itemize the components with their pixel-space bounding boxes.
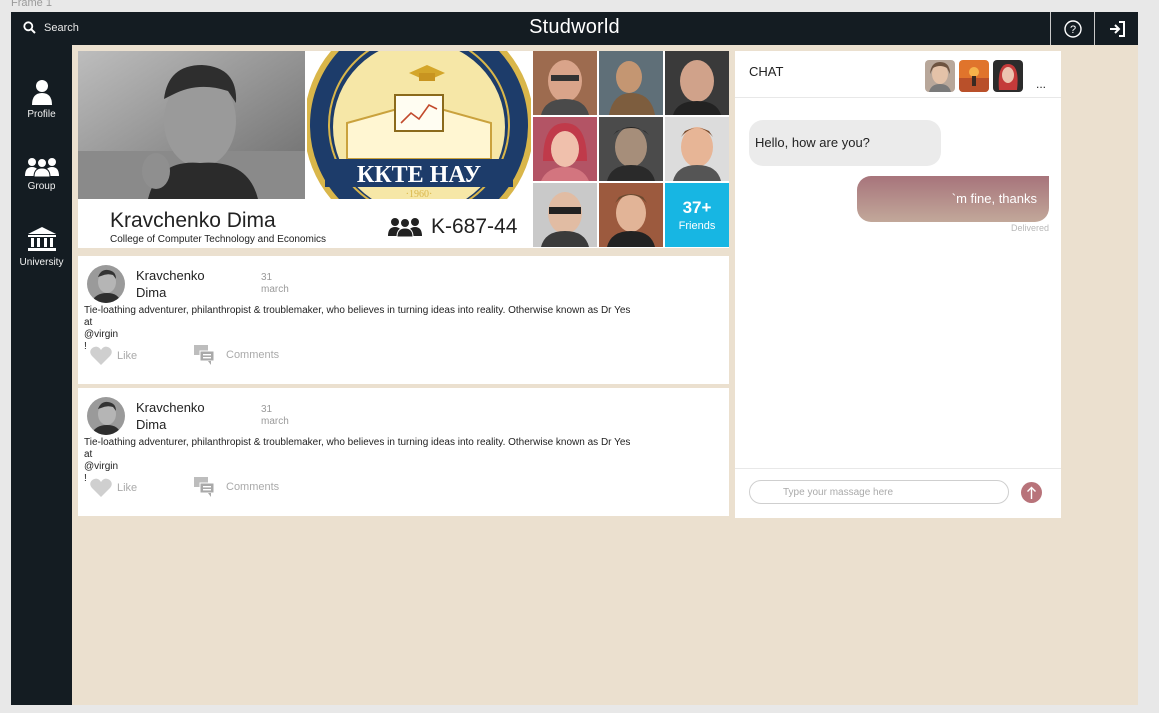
sidebar-item-label: University bbox=[19, 257, 64, 268]
chat-panel: CHAT ... Hello, how are you? `m fine, th… bbox=[735, 51, 1061, 518]
like-button[interactable]: Like bbox=[90, 346, 137, 365]
profile-college: College of Computer Technology and Econo… bbox=[110, 234, 327, 245]
frame-label: Frame 1 bbox=[11, 0, 52, 9]
university-icon bbox=[27, 227, 56, 251]
comments-label: Comments bbox=[226, 481, 280, 493]
post-date-day: 31 bbox=[261, 404, 273, 415]
post-date-day: 31 bbox=[261, 272, 273, 283]
friend-avatar[interactable] bbox=[599, 51, 663, 115]
friends-label: Friends bbox=[678, 220, 716, 232]
heart-icon bbox=[90, 346, 112, 365]
post-author-first: Kravchenko bbox=[136, 400, 205, 415]
friends-count-tile[interactable]: 37+ Friends bbox=[665, 183, 729, 247]
logo-year: ·1960· bbox=[406, 189, 433, 199]
app-title: Studworld bbox=[529, 16, 620, 38]
comments-button[interactable]: Comments bbox=[194, 477, 279, 497]
post-date-month: march bbox=[261, 284, 289, 295]
like-label: Like bbox=[117, 481, 138, 494]
friend-avatar[interactable] bbox=[533, 117, 597, 181]
comments-icon bbox=[194, 477, 215, 497]
message-input[interactable] bbox=[749, 480, 1009, 504]
profile-photo[interactable] bbox=[78, 51, 305, 199]
user-icon bbox=[31, 80, 52, 105]
send-button[interactable] bbox=[1021, 482, 1042, 503]
like-button[interactable]: Like bbox=[90, 478, 137, 497]
comments-button[interactable]: Comments bbox=[194, 345, 279, 365]
avatar[interactable] bbox=[87, 265, 125, 303]
post-date: 31 march bbox=[261, 272, 289, 296]
logout-icon bbox=[1109, 20, 1125, 37]
friend-avatar[interactable] bbox=[533, 51, 597, 115]
chat-participant-avatar[interactable] bbox=[925, 60, 955, 92]
post-text: Tie-loathing adventurer, philanthropist … bbox=[84, 305, 674, 353]
svg-text:?: ? bbox=[1069, 24, 1075, 36]
post-text-line: at bbox=[84, 317, 93, 328]
message-incoming: Hello, how are you? bbox=[749, 120, 941, 166]
friend-avatar[interactable] bbox=[533, 183, 597, 247]
post-text-line: ! bbox=[84, 341, 87, 352]
help-button[interactable]: ? bbox=[1050, 12, 1094, 45]
avatar[interactable] bbox=[87, 397, 125, 435]
message-outgoing: `m fine, thanks bbox=[857, 176, 1049, 222]
post-author[interactable]: Kravchenko Dima bbox=[136, 267, 226, 301]
comments-label: Comments bbox=[226, 349, 280, 361]
post-date: 31 march bbox=[261, 404, 289, 428]
sidebar: Profile Group University bbox=[11, 45, 72, 705]
chat-composer bbox=[735, 468, 1061, 519]
sidebar-item-label: Group bbox=[27, 181, 56, 192]
sidebar-item-university[interactable]: University bbox=[11, 225, 72, 268]
friend-avatar[interactable] bbox=[665, 51, 729, 115]
sidebar-item-profile[interactable]: Profile bbox=[11, 79, 72, 120]
profile-name: Kravchenko Dima bbox=[110, 209, 276, 232]
chat-participant-avatar[interactable] bbox=[993, 60, 1023, 92]
post-author-first: Kravchenko bbox=[136, 268, 205, 283]
logout-button[interactable] bbox=[1094, 12, 1138, 45]
friends-grid: 37+ Friends bbox=[533, 51, 729, 248]
heart-icon bbox=[90, 478, 112, 497]
post-card: Kravchenko Dima 31 march Tie-loathing ad… bbox=[78, 256, 729, 384]
arrow-up-icon bbox=[1027, 486, 1036, 499]
post-card: Kravchenko Dima 31 march Tie-loathing ad… bbox=[78, 388, 729, 516]
sidebar-item-group[interactable]: Group bbox=[11, 157, 72, 192]
message-status: Delivered bbox=[1010, 223, 1049, 233]
chat-title: CHAT bbox=[749, 64, 784, 79]
post-text-line: @virgin bbox=[84, 461, 119, 472]
post-author-last: Dima bbox=[136, 417, 167, 432]
post-text-line: Tie-loathing adventurer, philanthropist … bbox=[84, 305, 631, 316]
group-code: K-687-44 bbox=[431, 215, 518, 238]
post-author[interactable]: Kravchenko Dima bbox=[136, 399, 226, 433]
profile-group[interactable]: K-687-44 bbox=[387, 215, 517, 239]
app-frame: Search Studworld ? Profile Group Univers… bbox=[11, 12, 1138, 705]
post-text: Tie-loathing adventurer, philanthropist … bbox=[84, 437, 674, 485]
friend-avatar[interactable] bbox=[599, 117, 663, 181]
post-text-line: at bbox=[84, 449, 93, 460]
help-icon: ? bbox=[1063, 19, 1082, 38]
group-icon bbox=[24, 158, 59, 177]
sidebar-item-label: Profile bbox=[27, 109, 56, 120]
group-icon bbox=[388, 218, 422, 237]
top-bar: Search Studworld ? bbox=[11, 12, 1138, 45]
post-text-line: @virgin bbox=[84, 329, 119, 340]
chat-participant-avatar[interactable] bbox=[959, 60, 989, 92]
logo-main-text: ККТЕ НАУ bbox=[357, 162, 482, 188]
post-text-line: ! bbox=[84, 473, 87, 484]
university-logo: ККТЕ НАУ ·1960· bbox=[307, 51, 531, 199]
profile-card: ККТЕ НАУ ·1960· Kravchenko Dima College … bbox=[78, 51, 729, 248]
friend-avatar[interactable] bbox=[599, 183, 663, 247]
post-date-month: march bbox=[261, 416, 289, 427]
like-label: Like bbox=[117, 349, 138, 362]
chat-participants bbox=[925, 60, 1023, 92]
chat-more-button[interactable]: ... bbox=[1036, 77, 1046, 91]
comments-icon bbox=[194, 345, 215, 365]
chat-header: CHAT ... bbox=[735, 51, 1061, 98]
friends-count: 37+ bbox=[682, 198, 712, 217]
friend-avatar[interactable] bbox=[665, 117, 729, 181]
post-text-line: Tie-loathing adventurer, philanthropist … bbox=[84, 437, 631, 448]
post-author-last: Dima bbox=[136, 285, 167, 300]
